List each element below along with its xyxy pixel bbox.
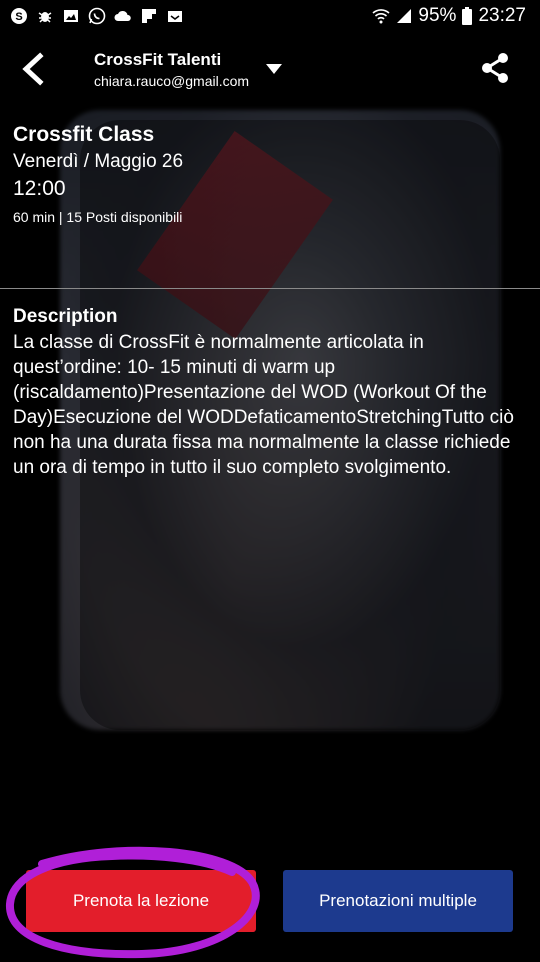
inbox-icon — [168, 11, 182, 22]
cloud-icon — [114, 10, 131, 21]
svg-text:S: S — [15, 11, 22, 23]
class-date: Venerdì / Maggio 26 — [13, 151, 184, 172]
clock: 23:27 — [478, 5, 526, 26]
class-meta: 60 min | 15 Posti disponibili — [13, 209, 183, 225]
description-text: La classe di CrossFit è normalmente arti… — [13, 332, 514, 478]
notification-icons: S — [10, 7, 184, 25]
whatsapp-icon — [88, 7, 106, 25]
account-email: chiara.rauco@gmail.com — [94, 73, 250, 89]
status-bar: S 95% 23:27 — [0, 0, 540, 34]
wifi-icon — [372, 9, 390, 24]
back-arrow-icon[interactable] — [18, 52, 50, 86]
signal-icon — [397, 9, 412, 23]
bug-icon — [38, 12, 52, 23]
account-selector[interactable]: CrossFit Talenti chiara.rauco@gmail.com — [94, 50, 249, 90]
class-title: Crossfit Class — [13, 123, 155, 146]
class-time: 12:00 — [13, 177, 66, 200]
image-icon — [64, 10, 78, 22]
book-class-button[interactable]: Prenota la lezione — [26, 870, 256, 932]
dropdown-arrow-icon[interactable] — [264, 62, 284, 76]
description-section: Description La classe di CrossFit è norm… — [13, 306, 528, 480]
multiple-bookings-button[interactable]: Prenotazioni multiple — [283, 870, 513, 932]
system-status: 95% 23:27 — [372, 5, 526, 27]
battery-icon — [462, 7, 473, 25]
battery-percent: 95% — [418, 5, 457, 26]
skype-icon: S — [11, 8, 27, 24]
flipboard-icon — [142, 9, 156, 23]
section-divider — [0, 288, 540, 289]
share-icon[interactable] — [480, 52, 510, 84]
class-info: Crossfit Class Venerdì / Maggio 26 12:00… — [13, 122, 183, 225]
app-bar: CrossFit Talenti chiara.rauco@gmail.com — [0, 34, 540, 104]
description-heading: Description — [13, 306, 118, 327]
account-name: CrossFit Talenti — [94, 50, 222, 69]
